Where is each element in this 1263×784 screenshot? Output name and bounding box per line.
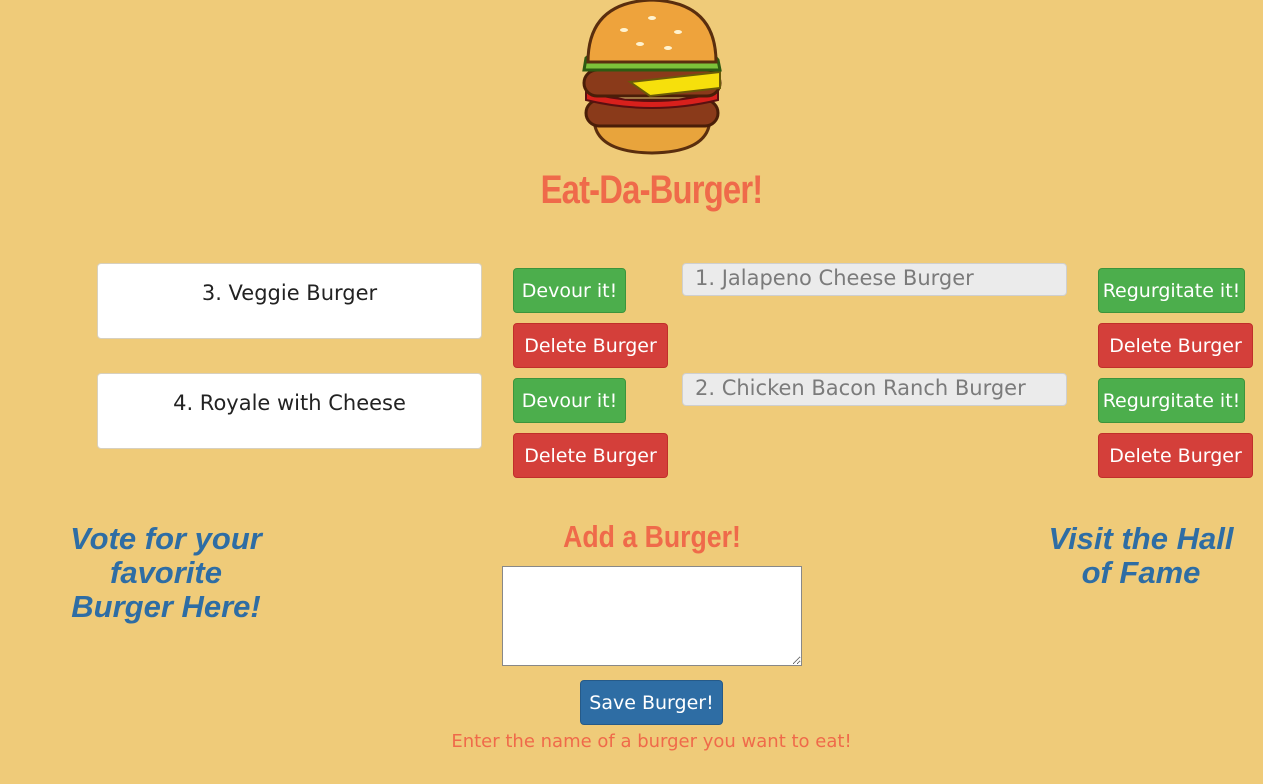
- delete-burger-button[interactable]: Delete Burger: [513, 433, 668, 478]
- add-burger-hint: Enter the name of a burger you want to e…: [451, 731, 852, 752]
- burger-name-input[interactable]: [502, 566, 802, 666]
- delete-burger-button[interactable]: Delete Burger: [1098, 433, 1253, 478]
- vote-link-line: Vote for your: [70, 521, 262, 556]
- save-burger-button[interactable]: Save Burger!: [580, 680, 723, 725]
- burger-name: 4. Royale with Cheese: [173, 391, 406, 415]
- hall-of-fame-link[interactable]: Visit the Hall of Fame: [1040, 522, 1242, 590]
- eaten-burger-name: 1. Jalapeno Cheese Burger: [695, 266, 974, 290]
- burger-card: 4. Royale with Cheese: [97, 373, 482, 449]
- burger-name: 3. Veggie Burger: [201, 281, 378, 305]
- vote-link[interactable]: Vote for your favorite Burger Here!: [60, 522, 272, 624]
- vote-link-line: favorite: [110, 555, 222, 590]
- devour-button[interactable]: Devour it!: [513, 378, 626, 423]
- regurgitate-button[interactable]: Regurgitate it!: [1098, 378, 1245, 423]
- hall-of-fame-line: Visit the Hall: [1048, 521, 1234, 556]
- eaten-burger-field: 1. Jalapeno Cheese Burger: [682, 263, 1067, 296]
- delete-burger-button[interactable]: Delete Burger: [1098, 323, 1253, 368]
- vote-link-line: Burger Here!: [71, 589, 261, 624]
- regurgitate-button[interactable]: Regurgitate it!: [1098, 268, 1245, 313]
- delete-burger-button[interactable]: Delete Burger: [513, 323, 668, 368]
- eaten-burger-field: 2. Chicken Bacon Ranch Burger: [682, 373, 1067, 406]
- page-title: Eat-Da-Burger!: [540, 168, 764, 212]
- devour-button[interactable]: Devour it!: [513, 268, 626, 313]
- burger-icon: [582, 0, 722, 155]
- hall-of-fame-line: of Fame: [1081, 555, 1201, 590]
- eaten-burger-name: 2. Chicken Bacon Ranch Burger: [695, 376, 1026, 400]
- burger-card: 3. Veggie Burger: [97, 263, 482, 339]
- add-burger-heading: Add a Burger!: [563, 519, 741, 554]
